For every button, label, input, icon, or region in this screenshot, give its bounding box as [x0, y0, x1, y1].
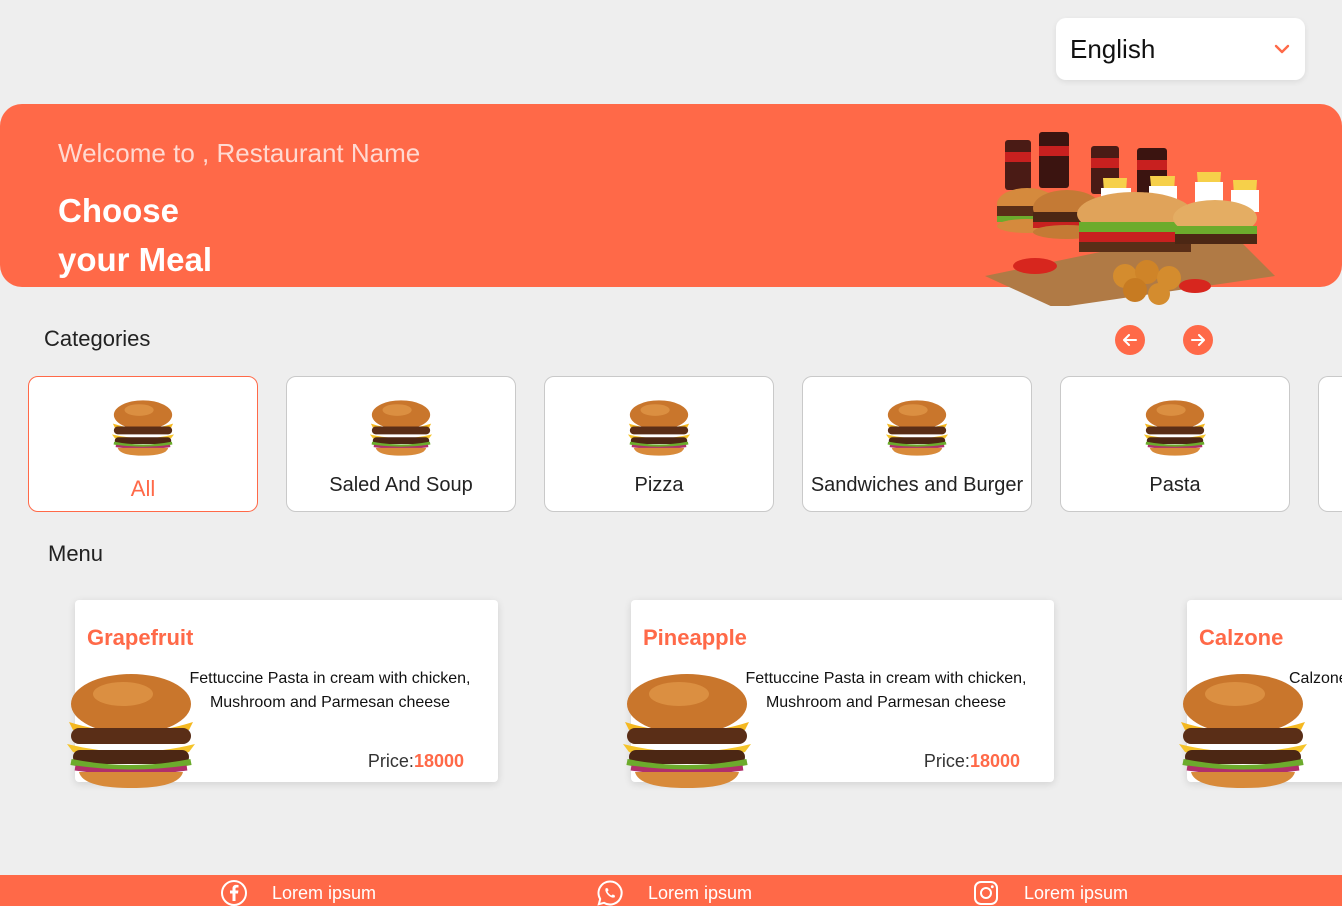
- menu-item-card[interactable]: Grapefruit Fettuccine Pasta in cream wit…: [75, 600, 498, 782]
- footer-link-facebook[interactable]: Lorem ipsum: [220, 879, 376, 906]
- categories-heading: Categories: [44, 326, 151, 351]
- hero-title-line1: Choose: [58, 192, 180, 229]
- instagram-icon: [974, 881, 998, 905]
- price-value: 18000: [969, 751, 1020, 771]
- category-label: All: [130, 476, 156, 501]
- category-label: Pizza: [634, 474, 684, 496]
- hero-food-image: [985, 132, 1275, 306]
- categories-next-button[interactable]: [1183, 325, 1213, 355]
- footer: Lorem ipsum Lorem ipsum Lorem ipsum: [0, 875, 1342, 906]
- category-card-saled-and-soup[interactable]: Saled And Soup: [286, 376, 516, 512]
- burger-icon: [625, 399, 693, 457]
- footer-link-whatsapp[interactable]: Lorem ipsum: [596, 879, 752, 906]
- chevron-down-icon: [1273, 40, 1291, 58]
- burger-icon: [109, 399, 177, 457]
- menu-item-price: Price:18000: [924, 751, 1020, 772]
- menu-heading: Menu: [48, 541, 104, 566]
- burger-image: [617, 672, 757, 790]
- menu-item-title: Calzone: [1199, 625, 1284, 650]
- arrow-left-icon: [1123, 334, 1137, 346]
- hero-title-line2: your Meal: [58, 241, 213, 278]
- price-label: Price:: [923, 751, 970, 771]
- language-select-value: English: [1070, 33, 1156, 64]
- hero-welcome-text: Welcome to , Restaurant Name: [58, 138, 421, 168]
- hero-banner: Welcome to , Restaurant Name Choose your…: [0, 104, 1342, 306]
- menu-item-description: Fettuccine Pasta in cream with chicken, …: [745, 670, 1027, 711]
- category-card-partial[interactable]: [1318, 376, 1342, 512]
- burger-icon: [1141, 399, 1209, 457]
- footer-link-label: Lorem ipsum: [272, 882, 377, 903]
- menu-item-title: Pineapple: [643, 625, 747, 650]
- menu-item-card[interactable]: Calzone Calzone: [1187, 600, 1342, 782]
- language-select[interactable]: English: [1056, 18, 1305, 80]
- burger-image: [1173, 672, 1313, 790]
- menu-item-price: Price:18000: [368, 751, 464, 772]
- burger-icon: [367, 399, 435, 457]
- category-card-pizza[interactable]: Pizza: [544, 376, 774, 512]
- burger-image: [61, 672, 201, 790]
- menu-list: Grapefruit Fettuccine Pasta in cream wit…: [0, 590, 1342, 800]
- price-value: 18000: [413, 751, 464, 771]
- category-label: Saled And Soup: [329, 474, 473, 496]
- menu-item-description: Fettuccine Pasta in cream with chicken, …: [189, 670, 471, 711]
- footer-link-label: Lorem ipsum: [648, 882, 753, 903]
- category-label: Sandwiches and Burger: [810, 474, 1024, 496]
- menu-item-title: Grapefruit: [87, 625, 194, 650]
- category-card-pasta[interactable]: Pasta: [1060, 376, 1290, 512]
- menu-item-card[interactable]: Pineapple Fettuccine Pasta in cream with…: [631, 600, 1054, 782]
- hero-title: Choose your Meal: [58, 186, 212, 284]
- whatsapp-icon: [597, 880, 623, 906]
- arrow-right-icon: [1191, 334, 1205, 346]
- price-label: Price:: [367, 751, 414, 771]
- burger-icon: [883, 399, 951, 457]
- footer-link-instagram[interactable]: Lorem ipsum: [972, 879, 1128, 906]
- category-card-sandwiches-and-burger[interactable]: Sandwiches and Burger: [802, 376, 1032, 512]
- footer-link-label: Lorem ipsum: [1024, 882, 1129, 903]
- categories-prev-button[interactable]: [1115, 325, 1145, 355]
- category-card-all[interactable]: All: [28, 376, 258, 512]
- facebook-icon: [221, 880, 247, 906]
- category-label: Pasta: [1149, 474, 1201, 496]
